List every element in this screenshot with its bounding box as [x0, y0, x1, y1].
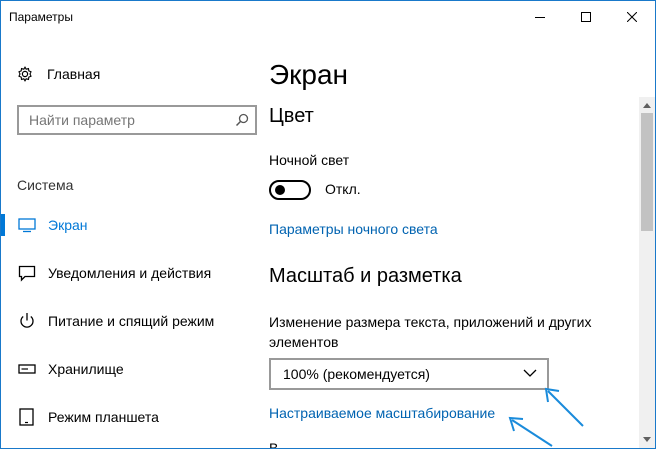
tablet-icon	[19, 408, 34, 426]
section-label-system: Система	[17, 177, 74, 193]
home-label: Главная	[47, 66, 101, 82]
sidebar-item-label: Режим планшета	[48, 409, 159, 425]
settings-window: Параметры Главная Найти параметр Система	[0, 0, 656, 449]
sidebar-item-label: Уведомления и действия	[48, 265, 212, 281]
gear-icon	[18, 66, 32, 82]
search-icon	[235, 113, 249, 127]
page-title: Экран	[269, 59, 348, 90]
maximize-button[interactable]	[563, 1, 609, 33]
scroll-down-button[interactable]	[639, 432, 655, 448]
night-light-toggle[interactable]	[269, 180, 311, 200]
sidebar-item-label: Питание и спящий режим	[48, 313, 215, 329]
scale-dropdown-value: 100% (рекомендуется)	[283, 366, 430, 382]
night-light-label: Ночной свет	[269, 152, 350, 168]
sidebar-item-label: Экран	[48, 217, 88, 233]
sidebar-item-tablet[interactable]: Режим планшета	[1, 397, 257, 437]
scale-heading: Масштаб и разметка	[269, 265, 462, 287]
toggle-knob	[275, 185, 285, 195]
home-nav-item[interactable]: Главная	[17, 63, 100, 85]
sidebar-item-display[interactable]: Экран	[1, 205, 257, 245]
custom-scaling-link[interactable]: Настраиваемое масштабирование	[269, 405, 495, 421]
minimize-button[interactable]	[517, 1, 563, 33]
search-input[interactable]: Найти параметр	[17, 105, 257, 135]
title-bar: Параметры	[1, 1, 655, 33]
scrollbar-thumb[interactable]	[641, 113, 653, 231]
scroll-up-button[interactable]	[639, 97, 655, 113]
chevron-down-icon	[523, 369, 537, 377]
monitor-icon	[18, 218, 36, 233]
minimize-icon	[535, 17, 545, 18]
storage-icon	[18, 364, 36, 374]
sidebar: Главная Найти параметр Система Экран Уве…	[1, 33, 257, 448]
window-title: Параметры	[9, 10, 73, 24]
night-light-state: Откл.	[325, 181, 361, 197]
scale-dropdown[interactable]: 100% (рекомендуется)	[269, 358, 549, 390]
chevron-down-icon	[643, 437, 651, 442]
message-icon	[18, 265, 36, 282]
annotation-arrow	[508, 416, 553, 447]
close-button[interactable]	[609, 1, 655, 33]
chevron-up-icon	[643, 103, 651, 108]
next-setting-heading-partial: В	[269, 440, 279, 448]
sidebar-item-power[interactable]: Питание и спящий режим	[1, 301, 257, 341]
search-placeholder: Найти параметр	[29, 112, 135, 128]
maximize-icon	[581, 12, 591, 22]
close-icon	[627, 12, 637, 22]
sidebar-item-storage[interactable]: Хранилище	[1, 349, 257, 389]
sidebar-item-label: Хранилище	[48, 361, 124, 377]
sidebar-item-notifications[interactable]: Уведомления и действия	[1, 253, 257, 293]
scale-description: Изменение размера текста, приложений и д…	[269, 314, 592, 350]
active-indicator	[1, 214, 5, 236]
color-heading: Цвет	[269, 105, 314, 127]
night-light-settings-link[interactable]: Параметры ночного света	[269, 221, 438, 237]
power-icon	[20, 313, 34, 328]
